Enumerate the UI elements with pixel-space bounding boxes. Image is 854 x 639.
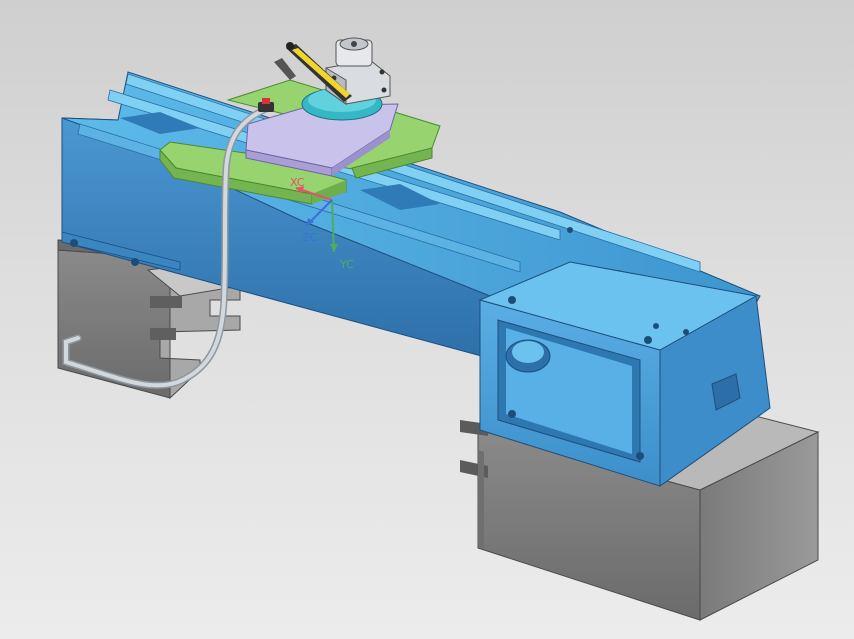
tool-post[interactable] bbox=[301, 37, 391, 121]
axis-label-z: ZC bbox=[302, 231, 318, 244]
axis-label-y: YC bbox=[339, 258, 354, 271]
axis-label-x: XC bbox=[290, 176, 305, 189]
cad-viewport[interactable]: XC YC ZC bbox=[0, 0, 854, 639]
model-canvas[interactable]: XC YC ZC bbox=[0, 0, 854, 639]
